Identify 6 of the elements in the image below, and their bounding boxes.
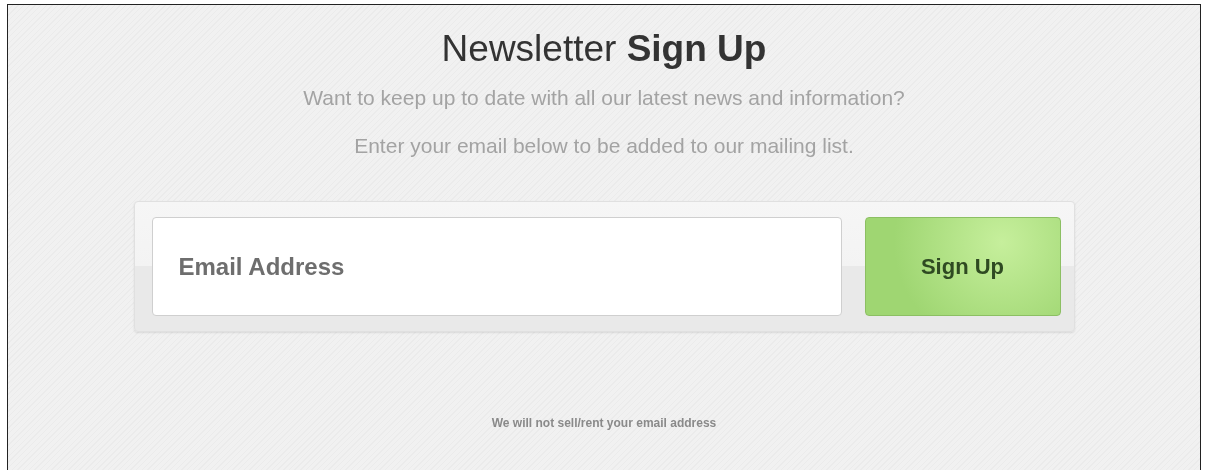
sign-up-button[interactable]: Sign Up xyxy=(864,217,1061,316)
email-field[interactable]: Email Address xyxy=(151,217,842,316)
heading: Newsletter Sign Up xyxy=(441,27,767,71)
privacy-note: We will not sell/rent your email address xyxy=(491,415,717,432)
intro-text: Want to keep up to date with all our latest news and information? xyxy=(303,85,905,111)
intro-text: Enter your email below to be added to our mailing list. xyxy=(354,133,854,159)
